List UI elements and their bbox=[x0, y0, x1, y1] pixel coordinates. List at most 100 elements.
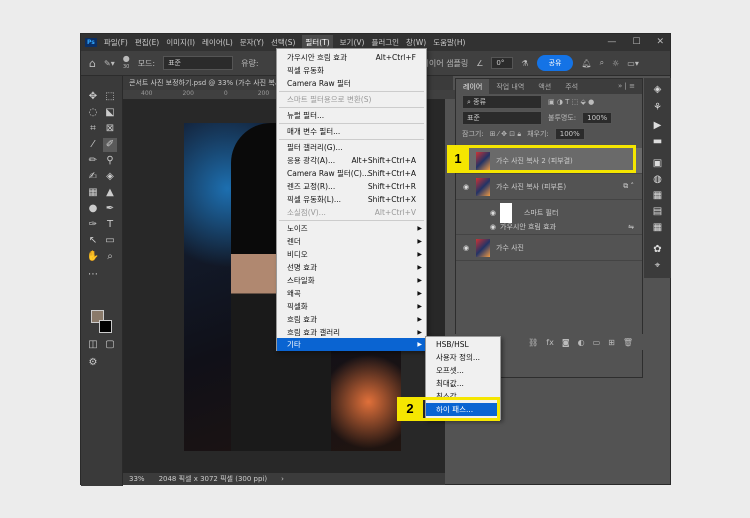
workspace-icon[interactable]: ▭▾ bbox=[627, 59, 639, 68]
chevron-right-icon[interactable]: › bbox=[281, 475, 284, 483]
mask-icon[interactable]: ◙ bbox=[562, 338, 570, 347]
bell-icon[interactable]: 🔔︎ bbox=[581, 59, 591, 68]
eye-icon[interactable]: ◉ bbox=[456, 223, 500, 231]
blend-mode-select[interactable]: 표준 bbox=[462, 111, 542, 125]
menu-item-parametric-filters[interactable]: 매개 변수 필터... bbox=[277, 125, 426, 138]
object-select-tool-icon[interactable]: ⬕ bbox=[103, 106, 117, 120]
healing-brush-tool-icon[interactable]: ✐ bbox=[103, 138, 117, 152]
menu-item-other[interactable]: 기타 ▶ bbox=[277, 338, 426, 351]
menu-help[interactable]: 도움말(H) bbox=[433, 37, 465, 48]
play-icon[interactable]: ▶ bbox=[651, 120, 664, 133]
properties-icon[interactable]: ✿ bbox=[651, 244, 664, 257]
close-icon[interactable]: ✕ bbox=[656, 37, 664, 47]
gradient-icon[interactable]: ▤ bbox=[651, 206, 664, 219]
menu-file[interactable]: 파일(F) bbox=[104, 37, 128, 48]
stamp-tool-icon[interactable]: ⚲ bbox=[103, 154, 117, 168]
zoom-level[interactable]: 33% bbox=[129, 475, 145, 483]
trash-icon[interactable]: 🗑︎ bbox=[623, 338, 633, 347]
hand-tool-icon[interactable]: ✋ bbox=[86, 250, 100, 264]
move-tool-icon[interactable]: ✥ bbox=[86, 90, 100, 104]
panel-menu-icon[interactable]: » | ≡ bbox=[611, 79, 642, 94]
filter-effect-item[interactable]: ◉ 가우시안 흐림 효과 ⇋ bbox=[456, 219, 642, 235]
menu-item-stylize[interactable]: 스타일화 ▶ bbox=[277, 274, 426, 287]
opacity-field[interactable]: 100% bbox=[582, 112, 613, 124]
channels-icon[interactable]: ⚘ bbox=[651, 102, 664, 115]
menu-item-liquify-dialog[interactable]: 픽셀 유동화(L)... Shift+Ctrl+X bbox=[277, 193, 426, 206]
menu-item-lens-correction[interactable]: 렌즈 교정(R)... Shift+Ctrl+R bbox=[277, 180, 426, 193]
tab-history[interactable]: 작업 내역 bbox=[489, 79, 531, 94]
menu-item-camera-raw[interactable]: Camera Raw 필터 bbox=[277, 77, 426, 90]
screen-mode-icon[interactable]: ▢ bbox=[103, 338, 117, 352]
menu-type[interactable]: 문자(Y) bbox=[240, 37, 264, 48]
menu-select[interactable]: 선택(S) bbox=[271, 37, 295, 48]
path-select-tool-icon[interactable]: ↖ bbox=[86, 234, 100, 248]
menu-item-camera-raw-filter[interactable]: Camera Raw 필터(C)... Shift+Ctrl+A bbox=[277, 167, 426, 180]
minimize-icon[interactable]: — bbox=[607, 37, 616, 47]
new-layer-icon[interactable]: ⊞ bbox=[608, 338, 615, 347]
shape-tool-icon[interactable]: ▭ bbox=[103, 234, 117, 248]
menu-plugins[interactable]: 플러그인 bbox=[371, 37, 399, 48]
angle-field[interactable]: 0° bbox=[491, 57, 514, 69]
menu-item-video[interactable]: 비디오 ▶ bbox=[277, 248, 426, 261]
menu-item-pixelate[interactable]: 픽셀화 ▶ bbox=[277, 300, 426, 313]
edit-toolbar-icon[interactable]: ⚙ bbox=[86, 356, 100, 370]
menu-window[interactable]: 창(W) bbox=[406, 37, 426, 48]
submenu-item-custom[interactable]: 사용자 정의... bbox=[426, 351, 500, 364]
tab-actions[interactable]: 액션 bbox=[531, 79, 558, 94]
layer-item[interactable]: ◉ 가수 사진 bbox=[456, 235, 642, 261]
fill-field[interactable]: 100% bbox=[554, 128, 585, 140]
share-button[interactable]: 공유 bbox=[536, 55, 574, 71]
group-icon[interactable]: ▭ bbox=[593, 338, 601, 347]
eye-icon[interactable]: ◉ bbox=[456, 183, 476, 191]
menu-item-filter-gallery[interactable]: 필터 갤러리(G)... bbox=[277, 141, 426, 154]
libraries-icon[interactable]: ▣ bbox=[651, 158, 664, 171]
frame-tool-icon[interactable]: ⊠ bbox=[103, 122, 117, 136]
more-tools-icon[interactable]: ⋯ bbox=[86, 268, 100, 282]
menu-edit[interactable]: 편집(E) bbox=[135, 37, 159, 48]
filter-options-icon[interactable]: ⇋ bbox=[628, 223, 634, 231]
menu-image[interactable]: 이미지(I) bbox=[166, 37, 195, 48]
menu-item-render[interactable]: 렌더 ▶ bbox=[277, 235, 426, 248]
eyedropper-tool-icon[interactable]: ⁄ bbox=[86, 138, 100, 152]
layers-icon[interactable]: ◈ bbox=[651, 84, 664, 97]
pressure-icon[interactable]: ⚗ bbox=[521, 59, 528, 68]
link-icon[interactable]: ⛓ bbox=[528, 338, 538, 347]
type-tool-icon[interactable]: T bbox=[103, 218, 117, 232]
layer-kind-filter[interactable]: ⌕ 종류 bbox=[462, 95, 542, 109]
mode-select[interactable]: 표준 bbox=[163, 56, 234, 70]
comment-icon[interactable]: ▬ bbox=[651, 136, 664, 149]
lightbulb-icon[interactable]: ☼ bbox=[612, 59, 619, 68]
home-icon[interactable]: ⌂ bbox=[89, 57, 96, 70]
eye-icon[interactable]: ◉ bbox=[456, 244, 476, 252]
color-icon[interactable]: ◍ bbox=[651, 174, 664, 187]
maximize-icon[interactable]: ☐ bbox=[632, 37, 640, 47]
filter-icons[interactable]: ▣ ◑ T ⬚ ⬙ ● bbox=[548, 98, 594, 106]
background-color-swatch[interactable] bbox=[99, 320, 112, 333]
menu-item-distort[interactable]: 왜곡 ▶ bbox=[277, 287, 426, 300]
gradient-tool-icon[interactable]: ▦ bbox=[86, 186, 100, 200]
submenu-item-hsb-hsl[interactable]: HSB/HSL bbox=[426, 338, 500, 351]
pen-tool-icon[interactable]: ✑ bbox=[86, 218, 100, 232]
menu-item-gaussian-blur[interactable]: 가우시안 흐림 효과 Alt+Ctrl+F bbox=[277, 51, 426, 64]
brush-tool-icon[interactable]: ✎▾ bbox=[104, 59, 115, 68]
fx-icon[interactable]: fx bbox=[546, 338, 554, 347]
submenu-item-maximum[interactable]: 최대값... bbox=[426, 377, 500, 390]
menu-view[interactable]: 보기(V) bbox=[340, 37, 365, 48]
tab-notes[interactable]: 주석 bbox=[558, 79, 585, 94]
dodge-tool-icon[interactable]: ● bbox=[86, 202, 100, 216]
menu-layer[interactable]: 레이어(L) bbox=[202, 37, 233, 48]
pen-tool-icon[interactable]: ✒ bbox=[103, 202, 117, 216]
submenu-item-offset[interactable]: 오프셋... bbox=[426, 364, 500, 377]
search-icon[interactable]: ⌕ bbox=[600, 58, 604, 68]
marquee-tool-icon[interactable]: ⬚ bbox=[103, 90, 117, 104]
swatches-icon[interactable]: ▦ bbox=[651, 190, 664, 203]
menu-item-neural-filters[interactable]: 뉴럴 필터... bbox=[277, 109, 426, 122]
tab-layers[interactable]: 레이어 bbox=[456, 79, 490, 94]
layer-item[interactable]: ◉ 가수 사진 복사 (피부톤) ⧉ ˄ bbox=[456, 174, 642, 200]
menu-item-liquify[interactable]: 픽셀 유동화 bbox=[277, 64, 426, 77]
patterns-icon[interactable]: ▦ bbox=[651, 222, 664, 235]
eye-icon[interactable]: ◉ bbox=[456, 209, 496, 217]
crop-tool-icon[interactable]: ⌗ bbox=[86, 122, 100, 136]
menu-item-sharpen[interactable]: 선명 효과 ▶ bbox=[277, 261, 426, 274]
zoom-tool-icon[interactable]: ⌕ bbox=[103, 250, 117, 264]
